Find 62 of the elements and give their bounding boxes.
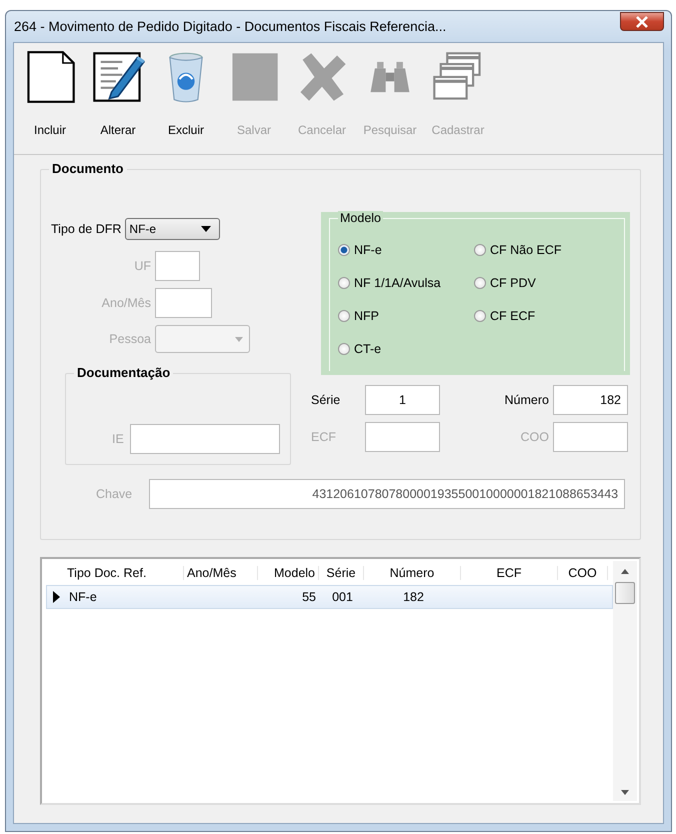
group-title: Documentação: [74, 365, 174, 380]
column-header[interactable]: COO: [558, 566, 608, 580]
serie-field[interactable]: 1: [365, 385, 440, 415]
column-header[interactable]: Série: [319, 566, 364, 580]
edit-document-icon: [90, 49, 146, 105]
column-header[interactable]: Tipo Doc. Ref.: [64, 566, 184, 580]
column-header[interactable]: Número: [364, 566, 461, 580]
group-title: Modelo: [338, 211, 383, 225]
field-label: Série: [311, 393, 342, 407]
radio-button[interactable]: [338, 277, 350, 289]
scroll-up-icon[interactable]: [621, 569, 629, 574]
column-header[interactable]: Ano/Mês: [184, 566, 258, 580]
field-label: IE: [112, 432, 124, 446]
dropdown-arrow-icon: [201, 226, 212, 232]
toolbar-button[interactable]: Incluir: [16, 49, 84, 149]
radio-button[interactable]: [474, 310, 486, 322]
ano-mes-field[interactable]: [155, 288, 212, 318]
pessoa-dropdown[interactable]: [155, 325, 250, 353]
radio-option[interactable]: NF 1/1A/Avulsa: [338, 276, 474, 290]
group-title: Documento: [49, 161, 126, 176]
column-header[interactable]: ECF: [461, 566, 558, 580]
radio-button[interactable]: [474, 244, 486, 256]
row-pointer-icon: [52, 591, 60, 603]
close-button[interactable]: [620, 12, 664, 31]
radio-button[interactable]: [474, 277, 486, 289]
radio-option[interactable]: NF-e: [338, 243, 474, 257]
tipo-dfr-dropdown[interactable]: NF-e: [125, 218, 220, 240]
radio-button[interactable]: [338, 343, 350, 355]
numero-field[interactable]: 182: [553, 385, 628, 415]
dropdown-arrow-icon: [235, 336, 243, 342]
scroll-thumb[interactable]: [615, 582, 635, 604]
close-icon: [635, 16, 649, 28]
radio-button[interactable]: [338, 244, 350, 256]
table-cell-text: 001: [331, 590, 354, 604]
vertical-scrollbar[interactable]: [613, 561, 637, 801]
scroll-down-icon[interactable]: [621, 790, 629, 795]
field-label: Ano/Mês: [100, 296, 151, 310]
field-label: ECF: [311, 430, 337, 444]
coo-field[interactable]: [553, 422, 628, 452]
ecf-field[interactable]: [365, 422, 440, 452]
table-cell-text: 182: [402, 590, 425, 604]
field-label: UF: [133, 259, 151, 273]
ie-field[interactable]: [130, 424, 280, 454]
toolbar-button[interactable]: Alterar: [84, 49, 152, 149]
radio-option[interactable]: NFP: [338, 309, 474, 323]
table-cell-text: NF-e: [68, 590, 98, 604]
uf-field[interactable]: [155, 251, 200, 281]
field-label: COO: [520, 430, 549, 444]
toolbar-button[interactable]: Excluir: [152, 49, 220, 149]
radio-option[interactable]: CF PDV: [474, 276, 610, 290]
field-label: Pessoa: [108, 332, 151, 346]
field-label: Tipo de DFR: [51, 222, 122, 236]
field-label: Número: [504, 393, 549, 407]
table-row[interactable]: NF-e 55 001 182: [46, 585, 613, 609]
field-label: Chave: [96, 487, 132, 501]
radio-option[interactable]: CF Não ECF: [474, 243, 610, 257]
window-title: 264 - Movimento de Pedido Digitado - Documentos Fiscais Referencia...: [13, 19, 446, 34]
column-header[interactable]: Modelo: [258, 566, 319, 580]
table-cell-text: 55: [301, 590, 317, 604]
radio-option[interactable]: CT-e: [338, 342, 474, 356]
radio-button[interactable]: [338, 310, 350, 322]
radio-option[interactable]: CF ECF: [474, 309, 610, 323]
